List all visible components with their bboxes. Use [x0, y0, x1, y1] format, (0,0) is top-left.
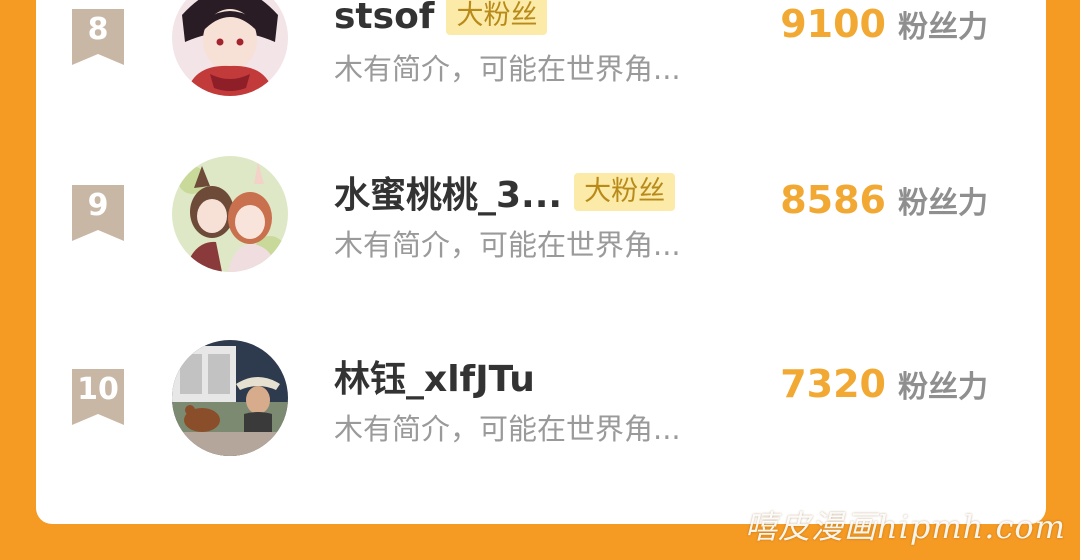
meme-photo-avatar-image: [172, 340, 288, 456]
name-line: stsof 大粉丝: [334, 0, 548, 40]
name-line: 林钰_xlfJTu: [334, 352, 535, 400]
user-bio: 木有简介，可能在世界角...: [334, 52, 681, 86]
rank-number: 8: [87, 12, 109, 47]
fan-power-value: 9100: [780, 2, 886, 46]
user-bio: 木有简介，可能在世界角...: [334, 412, 681, 446]
user-bio: 木有简介，可能在世界角...: [334, 228, 681, 262]
fan-power-unit: 粉丝力: [898, 370, 988, 405]
rank-number: 9: [87, 188, 109, 223]
rank-number: 10: [77, 372, 119, 407]
username[interactable]: 林钰_xlfJTu: [334, 350, 535, 402]
avatar[interactable]: [172, 340, 288, 456]
rank-badge: 10: [72, 369, 124, 425]
fan-rank-row[interactable]: 10 林钰_xlfJTu 木有简介，可能在世界角... 7320 粉丝力: [36, 340, 1046, 470]
avatar[interactable]: [172, 0, 288, 96]
fan-power-score: 8586 粉丝力: [780, 178, 988, 222]
site-watermark: 嘻皮漫画hipmh.com: [745, 508, 1066, 546]
fan-level-badge: 大粉丝: [446, 0, 548, 35]
fan-rank-row[interactable]: 9 水蜜桃桃_3... 大粉丝 木有简介，可能在世界角... 8586 粉丝力: [36, 156, 1046, 286]
fan-power-unit: 粉丝力: [898, 186, 988, 221]
fan-rank-row[interactable]: 8 stsof 大粉丝 木有简介，可能在世界角... 9100 粉丝力: [36, 0, 1046, 110]
anime-avatar-image: [172, 0, 288, 96]
fan-power-score: 7320 粉丝力: [780, 362, 988, 406]
anime-couple-avatar-image: [172, 156, 288, 272]
fan-power-value: 7320: [780, 362, 886, 406]
username[interactable]: 水蜜桃桃_3...: [334, 166, 562, 218]
avatar[interactable]: [172, 156, 288, 272]
username[interactable]: stsof: [334, 0, 434, 37]
rank-badge: 9: [72, 185, 124, 241]
name-line: 水蜜桃桃_3... 大粉丝: [334, 166, 676, 218]
fan-level-badge: 大粉丝: [574, 173, 676, 211]
rank-badge: 8: [72, 9, 124, 65]
fan-ranking-card: 8 stsof 大粉丝 木有简介，可能在世界角... 9100 粉丝力 9 水蜜…: [36, 0, 1046, 524]
fan-power-score: 9100 粉丝力: [780, 2, 988, 46]
fan-power-value: 8586: [780, 178, 886, 222]
fan-power-unit: 粉丝力: [898, 10, 988, 45]
